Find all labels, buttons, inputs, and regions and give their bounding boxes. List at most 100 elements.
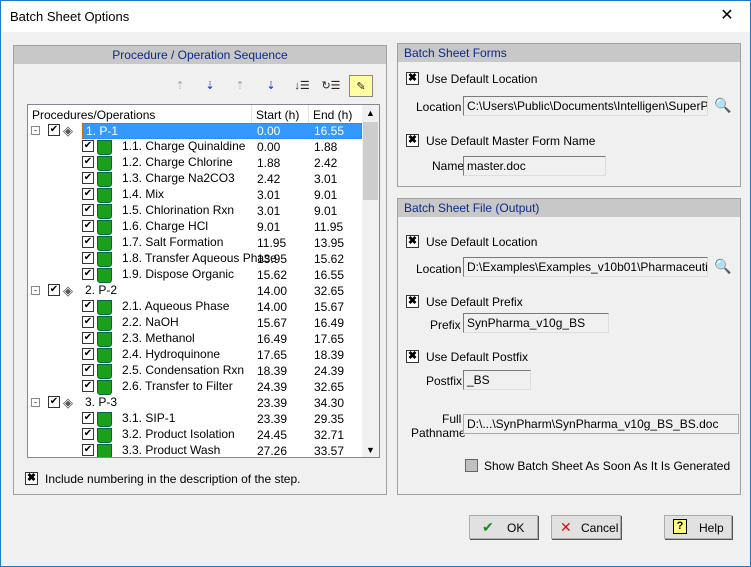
row-checkbox[interactable]: ✔	[82, 236, 94, 248]
row-checkbox[interactable]: ✔	[82, 364, 94, 376]
default-prefix-checkbox[interactable]: ✖	[406, 295, 419, 308]
table-row[interactable]: ✔ 2.4. Hydroquinone 17.65 18.39	[28, 347, 362, 363]
table-row[interactable]: ✔ 1.3. Charge Na2CO3 2.42 3.01	[28, 171, 362, 187]
prefix-field[interactable]: SynPharma_v10g_BS	[463, 313, 609, 333]
table-row[interactable]: ✔ 1.2. Charge Chlorine 1.88 2.42	[28, 155, 362, 171]
table-row[interactable]: ✔ 2.6. Transfer to Filter 24.39 32.65	[28, 379, 362, 395]
refresh-icon[interactable]: ↻☰	[319, 75, 343, 97]
table-row[interactable]: ✔ 1.8. Transfer Aqueous Phase 13.95 15.62	[28, 251, 362, 267]
row-start: 11.95	[257, 236, 287, 250]
show-after-checkbox[interactable]	[465, 459, 478, 472]
forms-default-location-checkbox[interactable]: ✖	[406, 72, 419, 85]
table-row[interactable]: - ✔ ◈ 3. P-3 23.39 34.30	[28, 395, 362, 411]
table-row[interactable]: ✔ 2.1. Aqueous Phase 14.00 15.67	[28, 299, 362, 315]
row-checkbox[interactable]: ✔	[82, 140, 94, 152]
name-field[interactable]: master.doc	[463, 156, 606, 176]
procedure-list[interactable]: Procedures/Operations Start (h) End (h) …	[27, 104, 380, 458]
row-name: 3.1. SIP-1	[122, 411, 176, 425]
row-checkbox[interactable]: ✔	[82, 220, 94, 232]
row-checkbox[interactable]: ✔	[82, 444, 94, 456]
list-scrollbar[interactable]: ▲ ▼	[362, 105, 379, 457]
row-start: 23.39	[257, 412, 288, 426]
row-name: 2.6. Transfer to Filter	[122, 379, 233, 393]
row-checkbox[interactable]: ✔	[48, 396, 60, 408]
scroll-thumb[interactable]	[363, 122, 378, 200]
scroll-up-icon[interactable]: ▲	[362, 108, 379, 118]
row-start: 17.65	[257, 348, 288, 362]
table-row[interactable]: ✔ 1.4. Mix 3.01 9.01	[28, 187, 362, 203]
browse-icon[interactable]: 🔍	[714, 97, 731, 114]
row-name: 3. P-3	[85, 395, 118, 409]
row-end: 24.39	[314, 364, 345, 378]
table-row[interactable]: ✔ 1.6. Charge HCl 9.01 11.95	[28, 219, 362, 235]
postfix-field[interactable]: _BS	[463, 370, 531, 390]
row-checkbox[interactable]: ✔	[82, 316, 94, 328]
edit-icon[interactable]: ✎	[349, 75, 373, 97]
table-row[interactable]: ✔ 3.3. Product Wash 27.26 33.57	[28, 443, 362, 457]
sort-icon[interactable]: ↓☰	[290, 75, 314, 97]
collapse-icon[interactable]: -	[31, 286, 40, 295]
row-checkbox[interactable]: ✔	[82, 428, 94, 440]
operation-icon	[97, 140, 112, 155]
prefix-label: Prefix	[430, 318, 461, 332]
table-row[interactable]: ✔ 2.3. Methanol 16.49 17.65	[28, 331, 362, 347]
row-name: 1.3. Charge Na2CO3	[122, 171, 235, 185]
row-name: 3.3. Product Wash	[122, 443, 221, 457]
move-up-icon[interactable]: ⇡	[168, 75, 192, 97]
dialog-window: Batch Sheet Options ✕ Procedure / Operat…	[0, 0, 751, 567]
output-location-field[interactable]: D:\Examples\Examples_v10b01\Pharmaceutic…	[463, 257, 708, 277]
row-checkbox[interactable]: ✔	[48, 124, 60, 136]
column-header-name[interactable]: Procedures/Operations	[28, 105, 252, 123]
forms-location-field[interactable]: C:\Users\Public\Documents\Intelligen\Sup…	[463, 96, 708, 116]
row-end: 11.95	[314, 220, 344, 234]
collapse-icon[interactable]: -	[31, 398, 40, 407]
move-down-icon[interactable]: ⇣	[259, 75, 283, 97]
default-master-checkbox[interactable]: ✖	[406, 134, 419, 147]
help-button[interactable]: ? Help	[664, 515, 732, 539]
close-button[interactable]: ✕	[704, 1, 750, 32]
row-checkbox[interactable]: ✔	[82, 252, 94, 264]
ok-label: OK	[507, 521, 525, 535]
row-checkbox[interactable]: ✔	[82, 188, 94, 200]
cancel-button[interactable]: ✕ Cancel	[551, 515, 621, 539]
row-checkbox[interactable]: ✔	[82, 380, 94, 392]
table-row[interactable]: ✔ 1.5. Chlorination Rxn 3.01 9.01	[28, 203, 362, 219]
column-header-end[interactable]: End (h)	[309, 105, 363, 123]
table-row[interactable]: ✔ 3.1. SIP-1 23.39 29.35	[28, 411, 362, 427]
table-row[interactable]: ✔ 1.7. Salt Formation 11.95 13.95	[28, 235, 362, 251]
browse-icon[interactable]: 🔍	[714, 258, 731, 275]
table-row[interactable]: ✔ 2.2. NaOH 15.67 16.49	[28, 315, 362, 331]
table-row[interactable]: - ✔ ◈ 2. P-2 14.00 32.65	[28, 283, 362, 299]
operation-icon	[97, 252, 112, 267]
row-start: 0.00	[257, 140, 281, 154]
operation-icon	[97, 156, 112, 171]
scroll-down-icon[interactable]: ▼	[362, 445, 379, 455]
row-checkbox[interactable]: ✔	[82, 204, 94, 216]
default-postfix-checkbox[interactable]: ✖	[406, 350, 419, 363]
row-name: 1.5. Chlorination Rxn	[122, 203, 235, 217]
row-checkbox[interactable]: ✔	[82, 300, 94, 312]
include-numbering-checkbox[interactable]: ✖	[25, 472, 38, 485]
collapse-icon[interactable]: -	[31, 126, 40, 135]
row-checkbox[interactable]: ✔	[82, 332, 94, 344]
row-checkbox[interactable]: ✔	[82, 348, 94, 360]
row-checkbox[interactable]: ✔	[82, 172, 94, 184]
column-header-start[interactable]: Start (h)	[252, 105, 309, 123]
x-icon: ✕	[560, 519, 572, 535]
table-row[interactable]: ✔ 1.9. Dispose Organic 15.62 16.55	[28, 267, 362, 283]
table-row[interactable]: ✔ 2.5. Condensation Rxn 18.39 24.39	[28, 363, 362, 379]
output-default-location-checkbox[interactable]: ✖	[406, 235, 419, 248]
table-row[interactable]: ✔ 3.2. Product Isolation 24.45 32.71	[28, 427, 362, 443]
table-row[interactable]: ✔ 1.1. Charge Quinaldine 0.00 1.88	[28, 139, 362, 155]
row-checkbox[interactable]: ✔	[48, 284, 60, 296]
row-checkbox[interactable]: ✔	[82, 268, 94, 280]
table-row[interactable]: - ✔ ◈ 1. P-1 0.00 16.55	[28, 123, 362, 139]
operation-icon	[97, 444, 112, 457]
ok-button[interactable]: ✔ OK	[469, 515, 538, 539]
row-end: 3.01	[314, 172, 338, 186]
row-checkbox[interactable]: ✔	[82, 156, 94, 168]
row-checkbox[interactable]: ✔	[82, 412, 94, 424]
move-up-icon[interactable]: ⇡	[228, 75, 252, 97]
row-end: 29.35	[314, 412, 345, 426]
move-down-icon[interactable]: ⇣	[198, 75, 222, 97]
